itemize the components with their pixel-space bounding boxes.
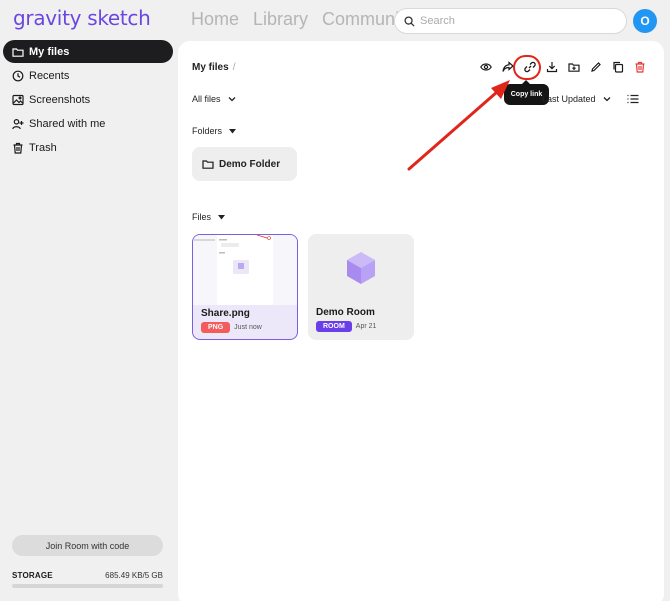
file-type-badge: PNG <box>201 322 231 333</box>
storage-label: STORAGE <box>12 571 53 580</box>
rename-button[interactable] <box>588 59 603 74</box>
annotation-circle <box>513 55 541 80</box>
download-icon <box>546 61 557 72</box>
files-section-toggle[interactable]: Files <box>192 212 226 222</box>
breadcrumb: My files / <box>192 62 235 73</box>
sidebar: My files Recents Screenshots Shared with… <box>0 40 178 160</box>
image-icon <box>12 94 24 105</box>
file-name: Share.png <box>201 308 250 319</box>
avatar[interactable]: O <box>633 9 657 33</box>
file-card-share-png[interactable]: Share.png PNG Just now <box>192 234 298 340</box>
breadcrumb-separator: / <box>232 62 236 73</box>
file-date: Apr 21 <box>355 323 377 330</box>
search-input[interactable] <box>420 15 610 27</box>
file-type-badge: ROOM <box>316 321 352 332</box>
cube-icon <box>347 252 375 284</box>
storage-value: 685.49 KB/5 GB <box>105 571 163 580</box>
sidebar-item-trash[interactable]: Trash <box>3 136 173 159</box>
clock-icon <box>12 70 24 81</box>
folder-icon <box>202 160 214 169</box>
trash-icon <box>635 61 644 73</box>
search-bar[interactable] <box>394 8 627 34</box>
file-toolbar <box>478 59 647 74</box>
files-section-label: Files <box>192 212 212 222</box>
sort-label: Last Updated <box>542 94 596 104</box>
nav-home[interactable]: Home <box>191 9 239 30</box>
sidebar-item-label: Trash <box>29 141 57 154</box>
folder-icon <box>12 47 24 57</box>
person-add-icon <box>12 118 24 129</box>
move-to-folder-button[interactable] <box>566 59 581 74</box>
sidebar-item-label: My files <box>29 45 70 58</box>
file-name: Demo Room <box>316 307 375 318</box>
sidebar-item-my-files[interactable]: My files <box>3 40 173 63</box>
breadcrumb-current[interactable]: My files <box>192 62 229 73</box>
folders-section-label: Folders <box>192 126 223 136</box>
eye-icon <box>479 62 492 71</box>
sidebar-item-label: Recents <box>29 69 70 82</box>
folder-card[interactable]: Demo Folder <box>192 147 297 181</box>
pencil-icon <box>590 61 601 72</box>
join-room-button[interactable]: Join Room with code <box>12 535 163 556</box>
nav-library[interactable]: Library <box>253 9 308 30</box>
folder-name: Demo Folder <box>219 158 281 170</box>
duplicate-icon <box>612 61 623 73</box>
filter-label: All files <box>192 94 221 104</box>
app-logo[interactable]: gravity sketch <box>13 6 151 30</box>
file-meta: ROOM Apr 21 <box>316 321 376 332</box>
share-icon <box>501 60 514 72</box>
file-card-demo-room[interactable]: Demo Room ROOM Apr 21 <box>308 234 414 340</box>
folders-section-toggle[interactable]: Folders <box>192 126 237 136</box>
file-thumbnail <box>193 235 297 305</box>
delete-button[interactable] <box>632 59 647 74</box>
search-icon <box>404 15 415 27</box>
download-button[interactable] <box>544 59 559 74</box>
sidebar-item-screenshots[interactable]: Screenshots <box>3 88 173 111</box>
filter-dropdown[interactable]: All files <box>192 94 236 104</box>
caret-down-icon <box>218 214 226 219</box>
sort-dropdown[interactable]: Last Updated <box>542 94 611 104</box>
list-view-icon[interactable] <box>627 93 639 105</box>
sidebar-item-label: Shared with me <box>29 117 106 130</box>
trash-icon <box>13 142 23 154</box>
top-navigation: Home Library Community <box>191 9 403 30</box>
caret-down-icon <box>229 128 237 133</box>
chevron-down-icon <box>603 97 611 102</box>
add-folder-icon <box>567 62 580 72</box>
preview-button[interactable] <box>478 59 493 74</box>
nav-community[interactable]: Community <box>322 9 403 30</box>
sidebar-item-recents[interactable]: Recents <box>3 64 173 87</box>
main-panel: My files / Copy link All files Last Upda… <box>178 41 664 601</box>
file-meta: PNG Just now <box>201 322 262 333</box>
duplicate-button[interactable] <box>610 59 625 74</box>
storage-bar <box>12 584 163 588</box>
file-date: Just now <box>234 324 262 331</box>
sidebar-item-label: Screenshots <box>29 93 91 106</box>
chevron-down-icon <box>228 97 235 102</box>
sidebar-item-shared-with-me[interactable]: Shared with me <box>3 112 173 135</box>
